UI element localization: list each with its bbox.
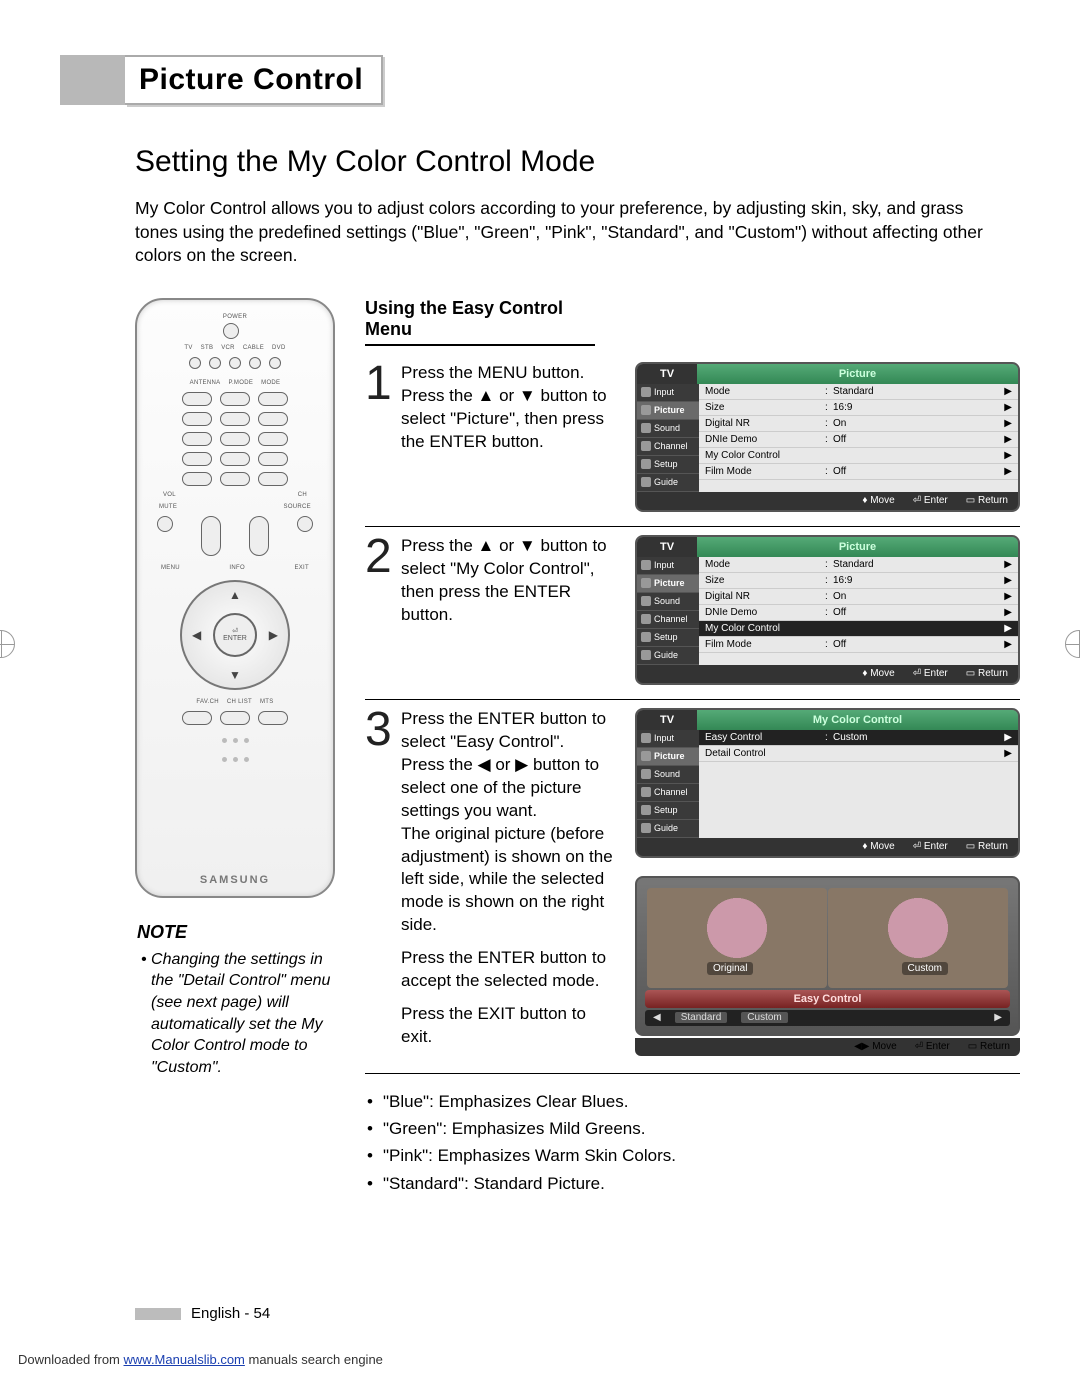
osd-side-item: Input (637, 384, 699, 402)
osd-row: My Color Control▶ (699, 621, 1018, 637)
osd-side-item: Guide (637, 647, 699, 665)
osd-side-item: Setup (637, 629, 699, 647)
osd-side-item: Sound (637, 766, 699, 784)
page-title: Setting the My Color Control Mode (135, 145, 1020, 179)
osd-side-item: Input (637, 557, 699, 575)
step-1: 1 Press the MENU button.Press the ▲ or ▼… (365, 354, 1020, 527)
chapter-title: Picture Control (139, 63, 363, 97)
remote-enter-label: ENTER (223, 635, 247, 642)
osd-side-item: Picture (637, 575, 699, 593)
remote-brand: SAMSUNG (200, 874, 270, 886)
osd-row: Film Mode:Off▶ (699, 637, 1018, 653)
chapter-color-block (60, 55, 125, 105)
step-number: 2 (365, 535, 395, 685)
intro-paragraph: My Color Control allows you to adjust co… (135, 197, 1005, 268)
osd-row: DNIe Demo:Off▶ (699, 432, 1018, 448)
step-text: Press the MENU button.Press the ▲ or ▼ b… (401, 362, 621, 512)
return-hint: ▭ Return (966, 841, 1008, 852)
step-2: 2 Press the ▲ or ▼ button to select "My … (365, 527, 1020, 700)
step-text: Press the ENTER button to select "Easy C… (401, 708, 621, 1059)
left-arrow-icon: ◀ (192, 628, 201, 642)
osd-side-item: Sound (637, 420, 699, 438)
enter-hint: ⏎ Enter (913, 668, 948, 679)
remote-power-label: POWER (223, 314, 247, 320)
osd-screen: TVPicture InputPictureSoundChannelSetupG… (635, 362, 1020, 512)
list-item: "Pink": Emphasizes Warm Skin Colors. (367, 1142, 1020, 1169)
osd-row: Easy Control:Custom▶ (699, 730, 1018, 746)
enter-icon: ⏎ (232, 627, 238, 635)
list-item: "Standard": Standard Picture. (367, 1170, 1020, 1197)
osd-row: Digital NR:On▶ (699, 416, 1018, 432)
note-body: • Changing the settings in the "Detail C… (135, 949, 335, 1079)
osd-side-item: Picture (637, 748, 699, 766)
manualslib-link[interactable]: www.Manualslib.com (124, 1352, 245, 1367)
footer-bar-icon (135, 1308, 181, 1320)
step-text: Press the ▲ or ▼ button to select "My Co… (401, 535, 621, 685)
osd-side-item: Channel (637, 611, 699, 629)
subheading: Using the Easy Control Menu (365, 298, 595, 346)
osd-side-item: Picture (637, 402, 699, 420)
osd-screen: TVMy Color Control InputPictureSoundChan… (635, 708, 1020, 858)
remote-mode-row: TV STB VCR CABLE DVD (184, 345, 285, 351)
osd-side-item: Channel (637, 438, 699, 456)
list-item: "Blue": Emphasizes Clear Blues. (367, 1088, 1020, 1115)
osd-screen: TVPicture InputPictureSoundChannelSetupG… (635, 535, 1020, 685)
osd-row: Digital NR:On▶ (699, 589, 1018, 605)
step-number: 1 (365, 362, 395, 512)
original-label: Original (707, 962, 753, 975)
osd-side-item: Setup (637, 456, 699, 474)
power-button-icon (223, 323, 239, 339)
remote-illustration: POWER TV STB VCR CABLE DVD ANTENNA P.MOD… (135, 298, 335, 898)
osd-row: Detail Control▶ (699, 746, 1018, 762)
osd-row: My Color Control▶ (699, 448, 1018, 464)
step-3: 3 Press the ENTER button to select "Easy… (365, 700, 1020, 1074)
return-hint: ▭ Return (966, 495, 1008, 506)
chapter-header: Picture Control (60, 55, 1020, 105)
osd-side-item: Channel (637, 784, 699, 802)
step-number: 3 (365, 708, 395, 1059)
left-arrow-icon: ◀ (653, 1012, 661, 1023)
page-footer: English - 54 (135, 1305, 270, 1322)
easy-control-preview: Original Custom Easy Control ◀ StandardC… (635, 876, 1020, 1036)
move-hint: ♦ Move (862, 495, 894, 506)
osd-row: Size:16:9▶ (699, 573, 1018, 589)
return-hint: ▭ Return (966, 668, 1008, 679)
up-arrow-icon: ▲ (229, 588, 241, 602)
osd-side-item: Setup (637, 802, 699, 820)
right-arrow-icon: ▶ (269, 628, 278, 642)
osd-side-item: Guide (637, 820, 699, 838)
list-item: "Green": Emphasizes Mild Greens. (367, 1115, 1020, 1142)
note-heading: NOTE (137, 922, 335, 943)
osd-row: Size:16:9▶ (699, 400, 1018, 416)
osd-row: Mode:Standard▶ (699, 384, 1018, 400)
osd-row: DNIe Demo:Off▶ (699, 605, 1018, 621)
osd-row: Film Mode:Off▶ (699, 464, 1018, 480)
right-arrow-icon: ▶ (994, 1012, 1002, 1023)
easy-control-options: ◀ StandardCustom ▶ (645, 1010, 1010, 1026)
enter-hint: ⏎ Enter (913, 841, 948, 852)
osd-side-item: Sound (637, 593, 699, 611)
download-line: Downloaded from www.Manualslib.com manua… (18, 1352, 383, 1367)
osd-side-item: Guide (637, 474, 699, 492)
easy-control-bar: Easy Control (645, 990, 1010, 1008)
remote-dpad: ▲ ▼ ◀ ▶ ⏎ ENTER (180, 580, 290, 690)
move-hint: ♦ Move (862, 841, 894, 852)
down-arrow-icon: ▼ (229, 668, 241, 682)
enter-hint: ⏎ Enter (913, 495, 948, 506)
custom-label: Custom (902, 962, 948, 975)
remote-menu-label: MENU (161, 565, 180, 571)
move-hint: ♦ Move (862, 668, 894, 679)
osd-side-item: Input (637, 730, 699, 748)
osd-row: Mode:Standard▶ (699, 557, 1018, 573)
num-1 (182, 412, 212, 426)
color-mode-list: "Blue": Emphasizes Clear Blues."Green": … (367, 1088, 1020, 1197)
